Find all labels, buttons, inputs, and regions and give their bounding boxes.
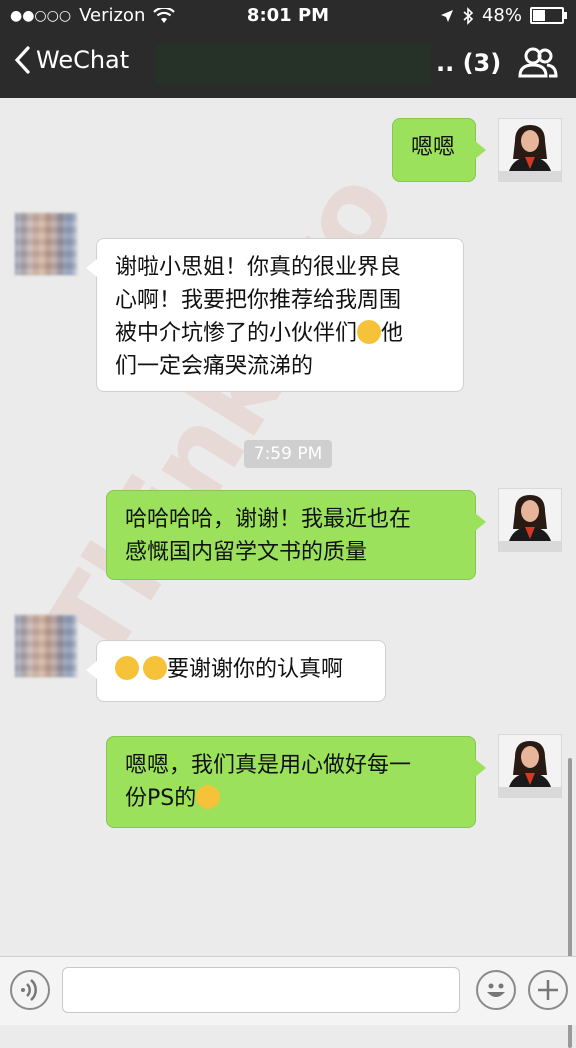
message-text: 要谢谢你的认真啊	[167, 657, 344, 682]
redacted-title	[156, 44, 431, 84]
message-timestamp: 7:59 PM	[244, 440, 332, 468]
group-members-button[interactable]	[518, 46, 558, 82]
my-avatar[interactable]	[498, 118, 562, 182]
people-icon	[518, 47, 558, 78]
bluetooth-icon	[463, 6, 474, 25]
emoji-button[interactable]	[476, 970, 516, 1010]
chat-messages[interactable]: ThinkPro 嗯嗯 谢啦小思姐！你真的很业界良 心啊！我要把你推荐给我周围 …	[0, 98, 576, 1048]
message-line-tail: 他	[381, 321, 404, 346]
contact-avatar[interactable]	[14, 212, 78, 276]
message-text: 嗯嗯	[411, 135, 456, 160]
message-line: 们一定会痛哭流涕的	[115, 354, 314, 379]
chat-title: .. (3)	[436, 49, 502, 77]
thinking-emoji-icon	[115, 656, 139, 680]
status-right: 48%	[440, 5, 567, 26]
contact-avatar[interactable]	[14, 614, 78, 678]
message-bubble-sent[interactable]: 嗯嗯，我们真是用心做好每一 份PS的	[106, 736, 486, 828]
input-bar	[0, 956, 576, 1025]
profile-photo-icon	[499, 489, 561, 551]
emoji-icon	[487, 983, 505, 997]
battery-icon	[530, 7, 567, 24]
plus-icon	[538, 980, 558, 1000]
my-avatar[interactable]	[498, 734, 562, 798]
voice-icon	[21, 979, 37, 1001]
watermark: ThinkPro	[20, 149, 422, 686]
message-input[interactable]	[62, 967, 460, 1013]
message-line: 谢啦小思姐！你真的很业界良	[115, 255, 402, 280]
thinking-emoji-icon	[357, 320, 382, 344]
message-line: 心啊！我要把你推荐给我周围	[115, 288, 402, 313]
message-bubble-received[interactable]: 谢啦小思姐！你真的很业界良 心啊！我要把你推荐给我周围 被中介坑惨了的小伙伴们他…	[86, 238, 464, 392]
location-arrow-icon	[440, 9, 453, 22]
message-line: 哈哈哈哈，谢谢！我最近也在	[125, 507, 412, 532]
back-label: WeChat	[36, 46, 130, 74]
status-bar: ●●○○○ Verizon 8:01 PM 48%	[0, 0, 576, 32]
message-bubble-sent[interactable]: 嗯嗯	[392, 118, 486, 182]
message-line: 被中介坑惨了的小伙伴们	[115, 321, 358, 346]
message-bubble-received[interactable]: 要谢谢你的认真啊	[86, 640, 386, 702]
message-line: 份PS的	[125, 786, 197, 811]
chevron-left-icon	[14, 46, 30, 74]
back-button[interactable]: WeChat	[14, 46, 129, 74]
smiling-emoji-icon	[196, 785, 221, 809]
voice-input-button[interactable]	[10, 970, 50, 1010]
profile-photo-icon	[499, 735, 561, 797]
nav-bar: WeChat .. (3)	[0, 32, 576, 98]
thinking-emoji-icon	[143, 656, 167, 680]
message-line: 嗯嗯，我们真是用心做好每一	[125, 753, 412, 778]
message-bubble-sent[interactable]: 哈哈哈哈，谢谢！我最近也在 感慨国内留学文书的质量	[106, 490, 486, 580]
profile-photo-icon	[499, 119, 561, 181]
battery-percent: 48%	[481, 5, 522, 26]
my-avatar[interactable]	[498, 488, 562, 552]
message-line: 感慨国内留学文书的质量	[125, 540, 368, 565]
more-options-button[interactable]	[528, 970, 568, 1010]
